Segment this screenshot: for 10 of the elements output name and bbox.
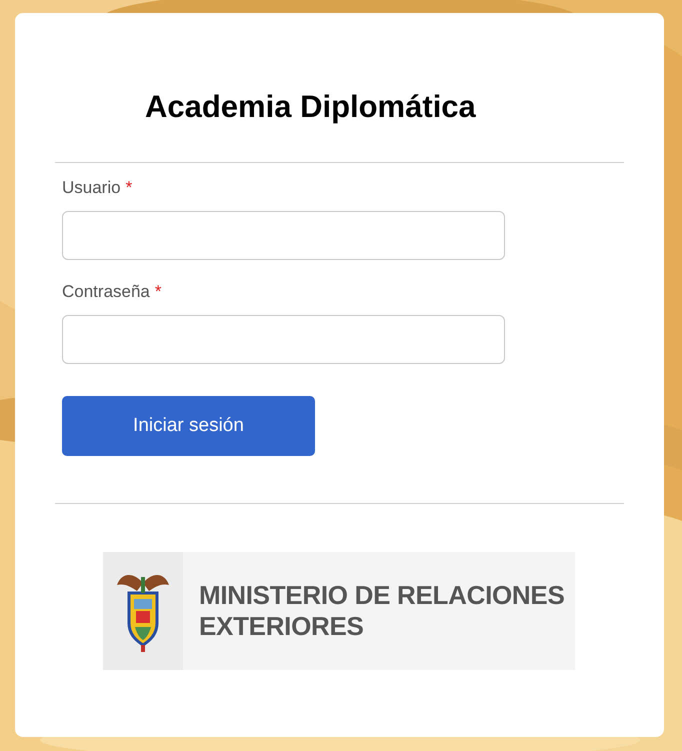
field-label: Usuario xyxy=(62,178,121,198)
field-label: Contraseña xyxy=(62,282,150,302)
page-title: Academia Diplomática xyxy=(145,89,476,125)
ministry-name: MINISTERIO DE RELACIONES xyxy=(199,580,564,611)
login-button[interactable]: Iniciar sesión xyxy=(62,396,315,456)
required-mark: * xyxy=(154,282,162,302)
input-field[interactable] xyxy=(62,211,505,260)
ministry-name: EXTERIORES xyxy=(199,611,365,642)
required-mark: * xyxy=(126,178,132,198)
input-field[interactable] xyxy=(62,315,505,364)
